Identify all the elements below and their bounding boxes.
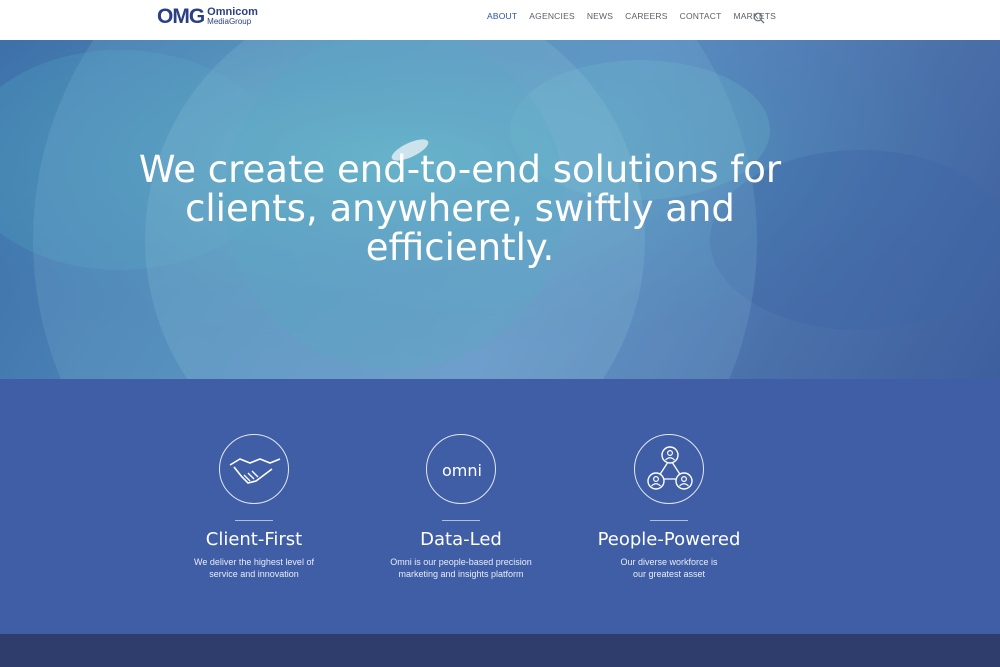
pillar-divider [235, 520, 273, 521]
pillar-description: Omni is our people-based precision marke… [351, 556, 571, 580]
pillar-desc-line1: Omni is our people-based precision [390, 557, 532, 567]
pillar-divider [650, 520, 688, 521]
omni-logo-icon: omni [426, 434, 496, 504]
logo-line2: MediaGroup [207, 17, 252, 26]
nav-careers[interactable]: CAREERS [625, 11, 668, 21]
pillar-title: Data-Led [420, 529, 502, 550]
pillar-desc-line2: service and innovation [209, 569, 299, 579]
pillar-desc-line2: marketing and insights platform [398, 569, 524, 579]
nav-about[interactable]: ABOUT [487, 11, 517, 21]
pillar-desc-line2: our greatest asset [632, 569, 706, 579]
nav-news[interactable]: NEWS [587, 11, 613, 21]
omni-logo-text: omni [442, 461, 482, 480]
footer-band [0, 634, 1000, 667]
pillar-divider [442, 520, 480, 521]
hero-banner: We create end-to-end solutions for clien… [0, 40, 1000, 379]
search-icon[interactable] [753, 11, 765, 24]
hero-title: We create end-to-end solutions for clien… [138, 148, 782, 269]
pillar-title: Client-First [205, 529, 303, 550]
nav-contact[interactable]: CONTACT [680, 11, 722, 21]
pillar-desc-line1: Our diverse workforce is [620, 557, 718, 567]
people-network-icon [634, 434, 704, 504]
pillars-section: Client-First We deliver the highest leve… [0, 379, 1000, 634]
pillar-title: People-Powered [597, 529, 741, 550]
handshake-icon [219, 434, 289, 504]
pillar-description: Our diverse workforce is our greatest as… [559, 556, 779, 580]
omg-logo[interactable]: OMG Omnicom MediaGroup [157, 6, 258, 27]
nav-agencies[interactable]: AGENCIES [529, 11, 575, 21]
logo-text: Omnicom MediaGroup [207, 7, 258, 26]
main-nav: ABOUT AGENCIES NEWS CAREERS CONTACT MARK… [487, 11, 788, 21]
logo-mark: OMG [157, 5, 205, 28]
pillar-desc-line1: We deliver the highest level of [194, 557, 314, 567]
pillar-description: We deliver the highest level of service … [144, 556, 364, 580]
site-header: OMG Omnicom MediaGroup ABOUT AGENCIES NE… [0, 0, 1000, 40]
